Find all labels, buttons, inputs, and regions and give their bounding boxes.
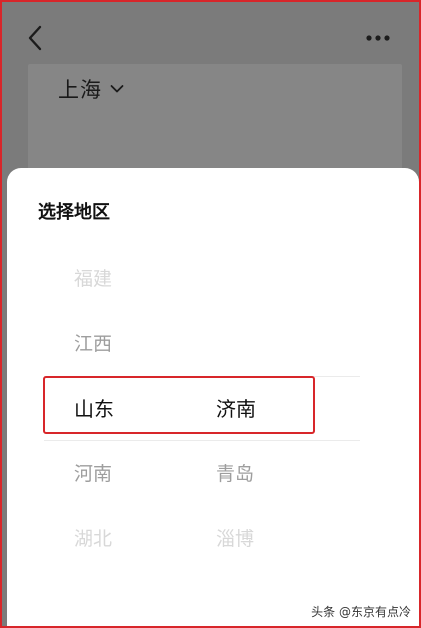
picker-title: 选择地区 [38,202,110,223]
chevron-left-icon [28,25,42,51]
back-button[interactable] [24,24,48,52]
picker-row[interactable]: 湖北 淄博 [44,515,360,559]
more-button[interactable] [362,26,394,50]
province-option[interactable]: 江西 [74,329,112,356]
more-dots-icon [366,35,390,41]
city-dropdown-label: 上海 [58,78,102,102]
watermark: 头条 @东京有点冷 [311,603,411,620]
watermark-text: 头条 @东京有点冷 [311,605,411,619]
province-option[interactable]: 湖北 [74,524,112,551]
picker-row[interactable]: 河南 青岛 [44,450,360,494]
province-option[interactable]: 福建 [74,264,112,291]
city-option[interactable]: 青岛 [216,459,254,486]
screenshot-frame: 上海 选择地区 福建 江西 山东 济南 河南 青岛 湖北 淄博 头条 @东京有点… [0,0,421,628]
picker-row[interactable]: 福建 [44,255,360,299]
city-option[interactable]: 淄博 [216,524,254,551]
picker-row[interactable]: 江西 [44,320,360,364]
chevron-down-icon [110,85,124,93]
province-option[interactable]: 河南 [74,459,112,486]
city-dropdown[interactable]: 上海 [58,74,124,104]
selection-divider-bottom [44,440,360,441]
selection-highlight-box [43,376,315,434]
